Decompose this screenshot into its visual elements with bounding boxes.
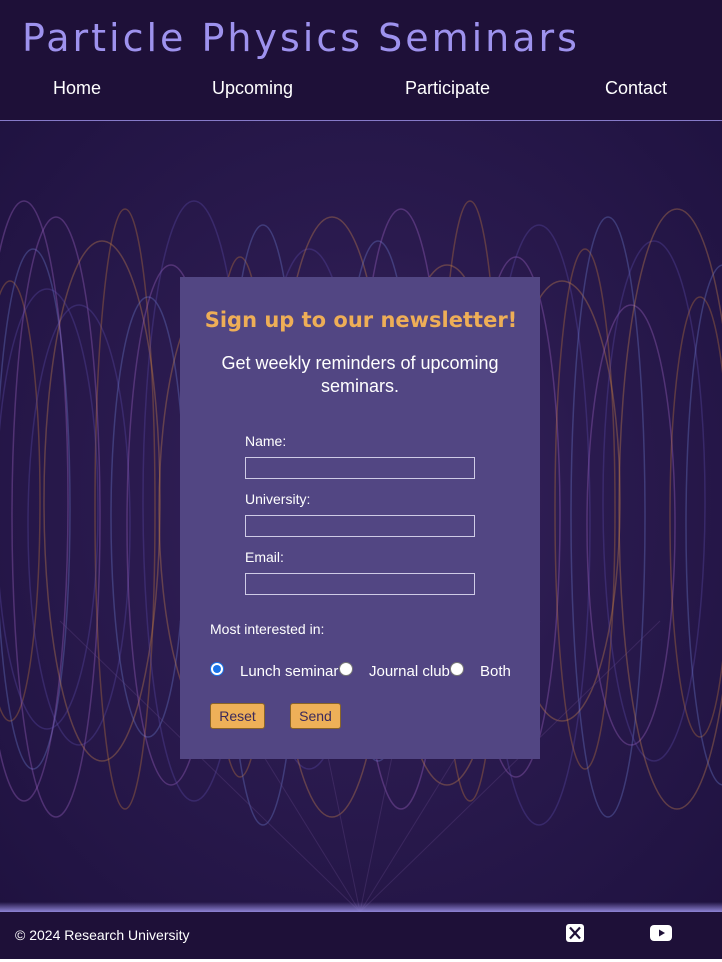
name-label: Name: [245, 433, 287, 449]
lunch-seminar-label: Lunch seminar [240, 663, 339, 680]
reset-button[interactable]: Reset [210, 703, 265, 729]
university-label: University: [245, 491, 311, 507]
youtube-icon[interactable] [650, 925, 672, 946]
journal-club-radio[interactable] [339, 662, 353, 676]
newsletter-subtitle: Get weekly reminders of upcoming seminar… [221, 353, 499, 396]
nav-contact[interactable]: Contact [605, 78, 667, 99]
site-title: Particle Physics Seminars [22, 16, 580, 60]
both-radio[interactable] [450, 662, 464, 676]
send-button[interactable]: Send [290, 703, 341, 729]
lunch-seminar-radio[interactable] [210, 662, 224, 676]
email-field[interactable] [245, 573, 475, 595]
site-footer: © 2024 Research University [0, 912, 722, 959]
nav-home[interactable]: Home [53, 78, 101, 99]
nav-participate[interactable]: Participate [405, 78, 490, 99]
university-field[interactable] [245, 515, 475, 537]
site-header: Particle Physics Seminars Home Upcoming … [0, 0, 722, 121]
email-label: Email: [245, 549, 284, 565]
footer-divider [0, 902, 722, 912]
newsletter-title: Sign up to our newsletter! [204, 308, 518, 332]
journal-club-label: Journal club [369, 663, 450, 680]
nav-upcoming[interactable]: Upcoming [212, 78, 293, 99]
name-field[interactable] [245, 457, 475, 479]
both-label: Both [480, 663, 511, 680]
x-icon[interactable] [566, 924, 584, 947]
copyright-text: © 2024 Research University [15, 927, 190, 943]
interest-label: Most interested in: [210, 621, 325, 637]
